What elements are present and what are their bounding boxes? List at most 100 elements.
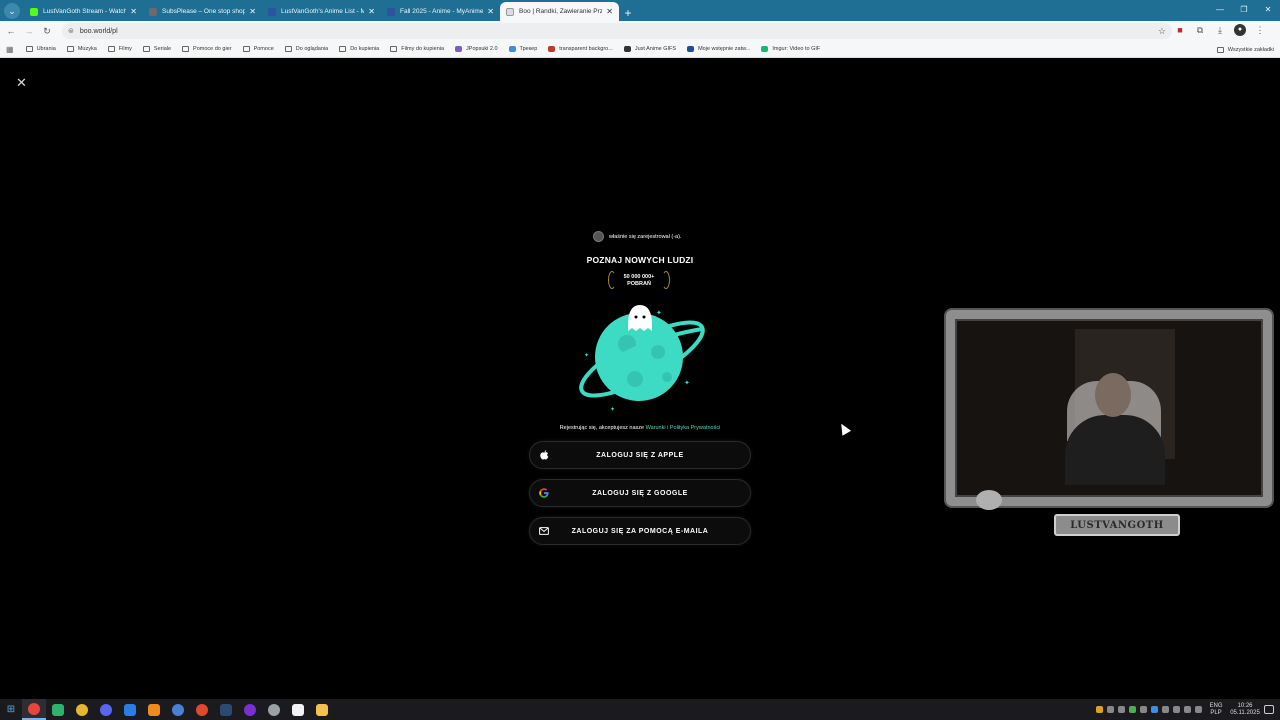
tab-close-icon[interactable]: ✕ [368, 7, 375, 16]
bookmark-label: Pomoce do gier [193, 46, 232, 52]
svg-text:✦: ✦ [684, 379, 690, 387]
taskbar-file-explorer[interactable] [310, 699, 334, 720]
bookmark-link[interactable]: JPopsuki 2.0 [455, 46, 498, 52]
folder-icon [284, 46, 292, 52]
bookmark-folder[interactable]: Muzyka [66, 46, 97, 52]
tab-3[interactable]: Fall 2025 - Anime - MyAnimeLi ✕ [381, 2, 500, 21]
apps-grid-icon[interactable]: ▦ [6, 45, 14, 54]
tab-search-icon[interactable]: ⌄ [4, 3, 20, 19]
bookmark-folder[interactable]: Do kupienia [339, 46, 379, 52]
terms-notice: Rejestrując się, akceptujesz nasze Warun… [520, 425, 760, 431]
minimize-icon[interactable]: — [1208, 0, 1232, 21]
bookmark-folder[interactable]: Filmy [107, 46, 132, 52]
bookmark-label: Imgur: Video to GIF [772, 46, 821, 52]
taskbar-steam[interactable] [214, 699, 238, 720]
tab-title: LustVanGoth's Anime List - My [281, 8, 365, 15]
bookmark-folder[interactable]: Filmy do kupienia [390, 46, 444, 52]
bookmark-link[interactable]: Just Anime GIFS [623, 46, 676, 52]
apple-login-button[interactable]: ZALOGUJ SIĘ Z APPLE [529, 441, 751, 469]
windows-start-icon[interactable]: ⊞ [0, 704, 22, 715]
tab-close-icon[interactable]: ✕ [130, 7, 137, 16]
site-favicon-icon [687, 46, 695, 52]
taskbar-app[interactable] [46, 699, 70, 720]
tray-icon[interactable] [1173, 706, 1180, 713]
new-tab-icon[interactable]: + [619, 6, 637, 20]
email-login-label: ZALOGUJ SIĘ ZA POMOCĄ E-MAILA [571, 527, 709, 535]
taskbar-chrome[interactable] [22, 699, 46, 720]
taskbar-app[interactable] [70, 699, 94, 720]
taskbar-app[interactable] [286, 699, 310, 720]
downloads-label: POBRAŃ [627, 281, 651, 287]
taskbar-discord[interactable] [94, 699, 118, 720]
bookmark-folder[interactable]: Pomoce do gier [182, 46, 232, 52]
forward-icon[interactable]: → [20, 26, 38, 36]
bookmark-label: Трекер [519, 46, 538, 52]
taskbar-vlc[interactable] [142, 699, 166, 720]
tab-2[interactable]: LustVanGoth's Anime List - My ✕ [262, 2, 381, 21]
bookmark-link[interactable]: Moje wstępnie zatw... [687, 46, 750, 52]
reload-icon[interactable]: ↻ [38, 26, 56, 37]
bookmark-star-icon[interactable]: ☆ [1158, 26, 1166, 37]
bookmark-link[interactable]: Imgur: Video to GIF [761, 46, 820, 52]
clock-time: 10:26 [1237, 702, 1253, 709]
bookmark-folder[interactable]: Pomoce [242, 46, 274, 52]
webcam-overlay: LUSTVANGOTH [942, 304, 1278, 536]
folder-icon [339, 46, 347, 52]
bookmark-link[interactable]: transparent backgro... [548, 46, 613, 52]
bookmark-link[interactable]: Трекер [508, 46, 538, 52]
tray-icon[interactable] [1107, 706, 1114, 713]
terms-link[interactable]: Warunki i Polityka Prywatności [646, 425, 721, 431]
email-login-button[interactable]: ZALOGUJ SIĘ ZA POMOCĄ E-MAILA [529, 517, 751, 545]
folder-icon [25, 46, 33, 52]
tray-icon[interactable] [1118, 706, 1125, 713]
google-login-button[interactable]: ZALOGUJ SIĘ Z GOOGLE [529, 479, 751, 507]
bookmark-folder[interactable]: Ubrania [25, 46, 56, 52]
tab-0[interactable]: LustVanGoth Stream - Watch L ✕ [24, 2, 143, 21]
tab-title: LustVanGoth Stream - Watch L [43, 8, 127, 15]
extensions-puzzle-icon[interactable]: ⧉ [1194, 24, 1206, 36]
taskbar-app[interactable] [262, 699, 286, 720]
download-icon[interactable]: ⤓ [1214, 24, 1226, 36]
bookmark-label: Filmy do kupienia [401, 46, 445, 52]
app-icon [292, 703, 304, 716]
language-code: ENG [1209, 702, 1223, 709]
planet-crater [627, 371, 643, 387]
tray-icon[interactable] [1140, 706, 1147, 713]
close-icon[interactable]: ✕ [16, 75, 27, 91]
tab-4-active[interactable]: Boo | Randki, Zawieranie Przyja ✕ [500, 2, 619, 21]
tray-icon[interactable] [1129, 706, 1136, 713]
address-bar[interactable]: ⊜ boo.world/pl ☆ [62, 23, 1172, 39]
taskbar-app[interactable] [118, 699, 142, 720]
tab-close-icon[interactable]: ✕ [606, 7, 613, 16]
clock[interactable]: 10:26 05.11.2025 [1230, 703, 1260, 717]
tab-1[interactable]: SubsPlease – One stop shop fo ✕ [143, 2, 262, 21]
tab-close-icon[interactable]: ✕ [249, 7, 256, 16]
keyboard-layout: PLP [1210, 709, 1222, 716]
site-info-icon[interactable]: ⊜ [68, 27, 74, 35]
tab-close-icon[interactable]: ✕ [487, 7, 494, 16]
taskbar-app[interactable] [190, 699, 214, 720]
tray-icon[interactable] [1096, 706, 1103, 713]
webcam-person-head [1095, 373, 1131, 417]
back-icon[interactable]: ← [2, 26, 20, 36]
avatar [593, 231, 604, 242]
taskbar-app[interactable] [238, 699, 262, 720]
tab-favicon-icon [30, 7, 38, 16]
tray-icon[interactable] [1162, 706, 1169, 713]
taskbar-app[interactable] [166, 699, 190, 720]
menu-kebab-icon[interactable]: ⋮ [1254, 24, 1266, 36]
restore-icon[interactable]: ❐ [1232, 0, 1256, 21]
network-icon[interactable] [1184, 706, 1191, 713]
bookmark-folder[interactable]: Do oglądania [284, 46, 328, 52]
all-bookmarks[interactable]: Wszystkie zakładki [1216, 41, 1274, 58]
profile-avatar-icon[interactable]: ● [1234, 24, 1246, 36]
notification-icon[interactable] [1264, 705, 1274, 714]
bluetooth-icon[interactable] [1151, 706, 1158, 713]
bookmark-folder[interactable]: Seriale [142, 46, 171, 52]
folder-icon [66, 46, 74, 52]
extension-icon[interactable]: ■ [1174, 24, 1186, 36]
language-indicator[interactable]: ENG PLP [1206, 703, 1226, 717]
close-window-icon[interactable]: ✕ [1256, 0, 1280, 21]
volume-icon[interactable] [1195, 706, 1202, 713]
app-icon [196, 703, 208, 716]
